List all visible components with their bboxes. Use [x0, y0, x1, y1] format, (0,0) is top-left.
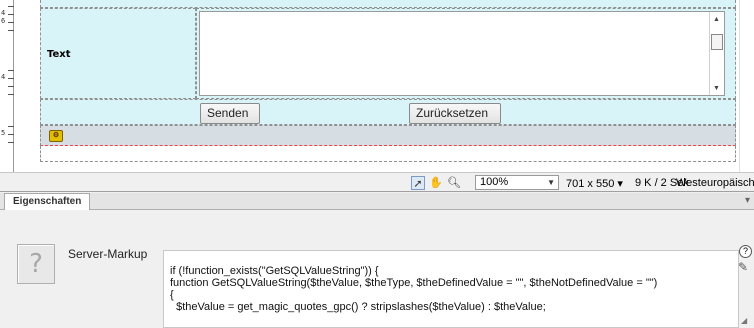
server-markup-icon: ?	[17, 244, 55, 284]
design-vertical-scrollbar[interactable]	[739, 0, 754, 172]
ruler-tick	[8, 78, 14, 79]
server-script-row[interactable]: ⚙	[40, 125, 736, 146]
ruler-tick	[8, 22, 14, 23]
zoom-icon[interactable]: 🔍︎	[447, 176, 461, 190]
ruler-number: 4	[1, 9, 6, 17]
ruler-tick	[8, 142, 14, 143]
ruler-number: 5	[1, 129, 6, 137]
properties-panel-header: Eigenschaften ▾	[0, 193, 754, 210]
ruler-tick	[8, 14, 14, 15]
design-view[interactable]: 4 6 4 5 Text ▲ ▼ Senden Zurücksetzen ⚙	[0, 0, 754, 172]
code-line: $theValue = get_magic_quotes_gpc() ? str…	[170, 301, 546, 313]
ruler-tick	[8, 94, 14, 95]
resize-icon[interactable]: ◢	[741, 316, 747, 325]
script-marker-icon[interactable]: ⚙	[49, 130, 63, 142]
textarea-scrollbar[interactable]: ▲ ▼	[709, 12, 724, 95]
buttons-row: Senden Zurücksetzen	[40, 99, 736, 125]
code-line: {	[170, 289, 174, 301]
ruler-tick	[8, 86, 14, 87]
ruler-number: 6	[1, 17, 6, 25]
reset-button[interactable]: Zurücksetzen	[409, 103, 501, 124]
pointer-icon[interactable]: ➚	[411, 176, 425, 190]
code-line: function GetSQLValueString($theValue, $t…	[170, 277, 658, 289]
zoom-select[interactable]: 100% ▼	[475, 175, 559, 190]
send-button[interactable]: Senden	[200, 103, 260, 124]
scroll-down-arrow-icon[interactable]: ▼	[713, 85, 720, 92]
ruler-tick	[8, 134, 14, 135]
vertical-ruler: 4 6 4 5	[0, 0, 14, 172]
server-markup-label: Server-Markup	[68, 247, 148, 261]
label-cell[interactable]: Text	[40, 8, 196, 99]
ruler-number: 4	[1, 73, 6, 81]
textarea-cell[interactable]: ▲ ▼	[196, 8, 736, 99]
table-row-top	[40, 0, 736, 8]
edit-icon[interactable]: ✎	[738, 261, 752, 273]
table-row-bottom	[40, 146, 736, 162]
properties-panel: ? Server-Markup if (!function_exists("Ge…	[0, 211, 754, 328]
ruler-tick	[8, 6, 14, 7]
text-textarea[interactable]: ▲ ▼	[199, 11, 725, 96]
scroll-thumb[interactable]	[711, 34, 723, 50]
tab-properties[interactable]: Eigenschaften	[4, 193, 91, 210]
hand-icon[interactable]: ✋	[429, 176, 443, 190]
window-size-select[interactable]: 701 x 550 ▾	[566, 177, 623, 190]
chevron-down-icon: ▼	[547, 178, 555, 187]
zoom-value: 100%	[480, 176, 509, 188]
text-label: Text	[47, 49, 71, 60]
scroll-up-arrow-icon[interactable]: ▲	[713, 16, 720, 23]
status-bar: ➚ ✋ 🔍︎ 100% ▼ 701 x 550 ▾ 9 K / 2 Sek We…	[0, 172, 754, 192]
ruler-tick	[8, 126, 14, 127]
encoding-info: Westeuropäisch	[676, 177, 754, 189]
code-line: if (!function_exists("GetSQLValueString"…	[170, 265, 379, 277]
app-window: 4 6 4 5 Text ▲ ▼ Senden Zurücksetzen ⚙ ➚…	[0, 0, 754, 328]
ruler-tick	[8, 30, 14, 31]
ruler-tick	[8, 70, 14, 71]
server-markup-code[interactable]: if (!function_exists("GetSQLValueString"…	[163, 250, 739, 328]
panel-options-icon[interactable]: ▾	[745, 195, 750, 206]
help-icon[interactable]: ?	[739, 245, 752, 258]
